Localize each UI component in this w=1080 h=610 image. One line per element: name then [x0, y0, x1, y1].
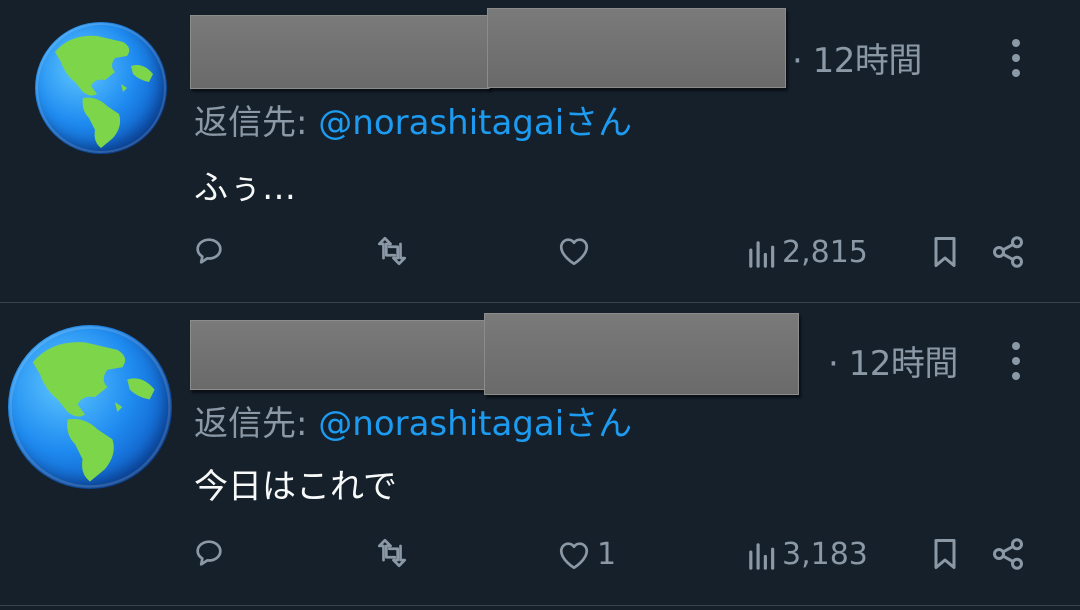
- views-icon: [749, 542, 775, 570]
- reply-to-handle[interactable]: @norashitagai: [318, 404, 564, 444]
- timestamp[interactable]: · 12時間: [792, 33, 922, 82]
- redacted-username: [484, 313, 799, 395]
- reply-button[interactable]: [192, 536, 226, 570]
- globe-icon: [36, 23, 166, 153]
- retweet-icon: [377, 538, 407, 568]
- view-count: 3,183: [782, 537, 868, 572]
- more-options-button[interactable]: [1004, 336, 1028, 386]
- view-count: 2,815: [782, 235, 868, 270]
- share-icon: [993, 538, 1023, 570]
- reply-icon: [196, 238, 222, 264]
- more-icon: [1012, 342, 1020, 350]
- redacted-username: [487, 8, 786, 88]
- like-button[interactable]: 1: [557, 537, 616, 572]
- more-icon: [1012, 39, 1020, 47]
- views-button[interactable]: 3,183: [746, 537, 868, 572]
- tweet-text: ふぅ…: [194, 168, 296, 208]
- bookmark-icon: [934, 539, 956, 569]
- views-button[interactable]: 2,815: [746, 235, 868, 270]
- share-button[interactable]: [990, 234, 1026, 270]
- redacted-display-name: [190, 15, 490, 89]
- tweet-text: 今日はこれで: [194, 467, 397, 507]
- like-button[interactable]: [557, 235, 597, 267]
- retweet-button[interactable]: [374, 234, 410, 268]
- reply-button[interactable]: [192, 234, 226, 268]
- divider: [0, 605, 1080, 606]
- reply-to-suffix[interactable]: さん: [564, 103, 632, 143]
- reply-to-line: 返信先: @norashitagaiさん: [194, 95, 632, 144]
- retweet-icon: [377, 236, 407, 266]
- reply-to-label: 返信先:: [194, 404, 319, 444]
- like-icon: [559, 238, 589, 266]
- reply-to-label: 返信先:: [194, 103, 319, 143]
- redacted-display-name: [190, 320, 488, 390]
- share-button[interactable]: [990, 536, 1026, 572]
- views-icon: [749, 240, 775, 268]
- tweet[interactable]: · 12時間 返信先: @norashitagaiさん 今日はこれで 1 3,1…: [0, 303, 1080, 605]
- share-icon: [993, 236, 1023, 268]
- reply-to-suffix[interactable]: さん: [564, 404, 632, 444]
- avatar[interactable]: [35, 22, 167, 154]
- bookmark-button[interactable]: [930, 536, 960, 572]
- avatar[interactable]: [8, 325, 172, 489]
- bookmark-icon: [934, 237, 956, 267]
- reply-icon: [196, 540, 222, 566]
- reply-to-handle[interactable]: @norashitagai: [318, 103, 564, 143]
- more-options-button[interactable]: [1004, 33, 1028, 83]
- like-count: 1: [597, 537, 617, 572]
- reply-to-line: 返信先: @norashitagaiさん: [194, 396, 632, 445]
- retweet-button[interactable]: [374, 536, 410, 570]
- globe-icon: [9, 326, 171, 488]
- tweet[interactable]: · 12時間 返信先: @norashitagaiさん ふぅ… 2,815: [0, 0, 1080, 302]
- bookmark-button[interactable]: [930, 234, 960, 270]
- timestamp[interactable]: · 12時間: [828, 336, 958, 385]
- like-icon: [559, 541, 589, 569]
